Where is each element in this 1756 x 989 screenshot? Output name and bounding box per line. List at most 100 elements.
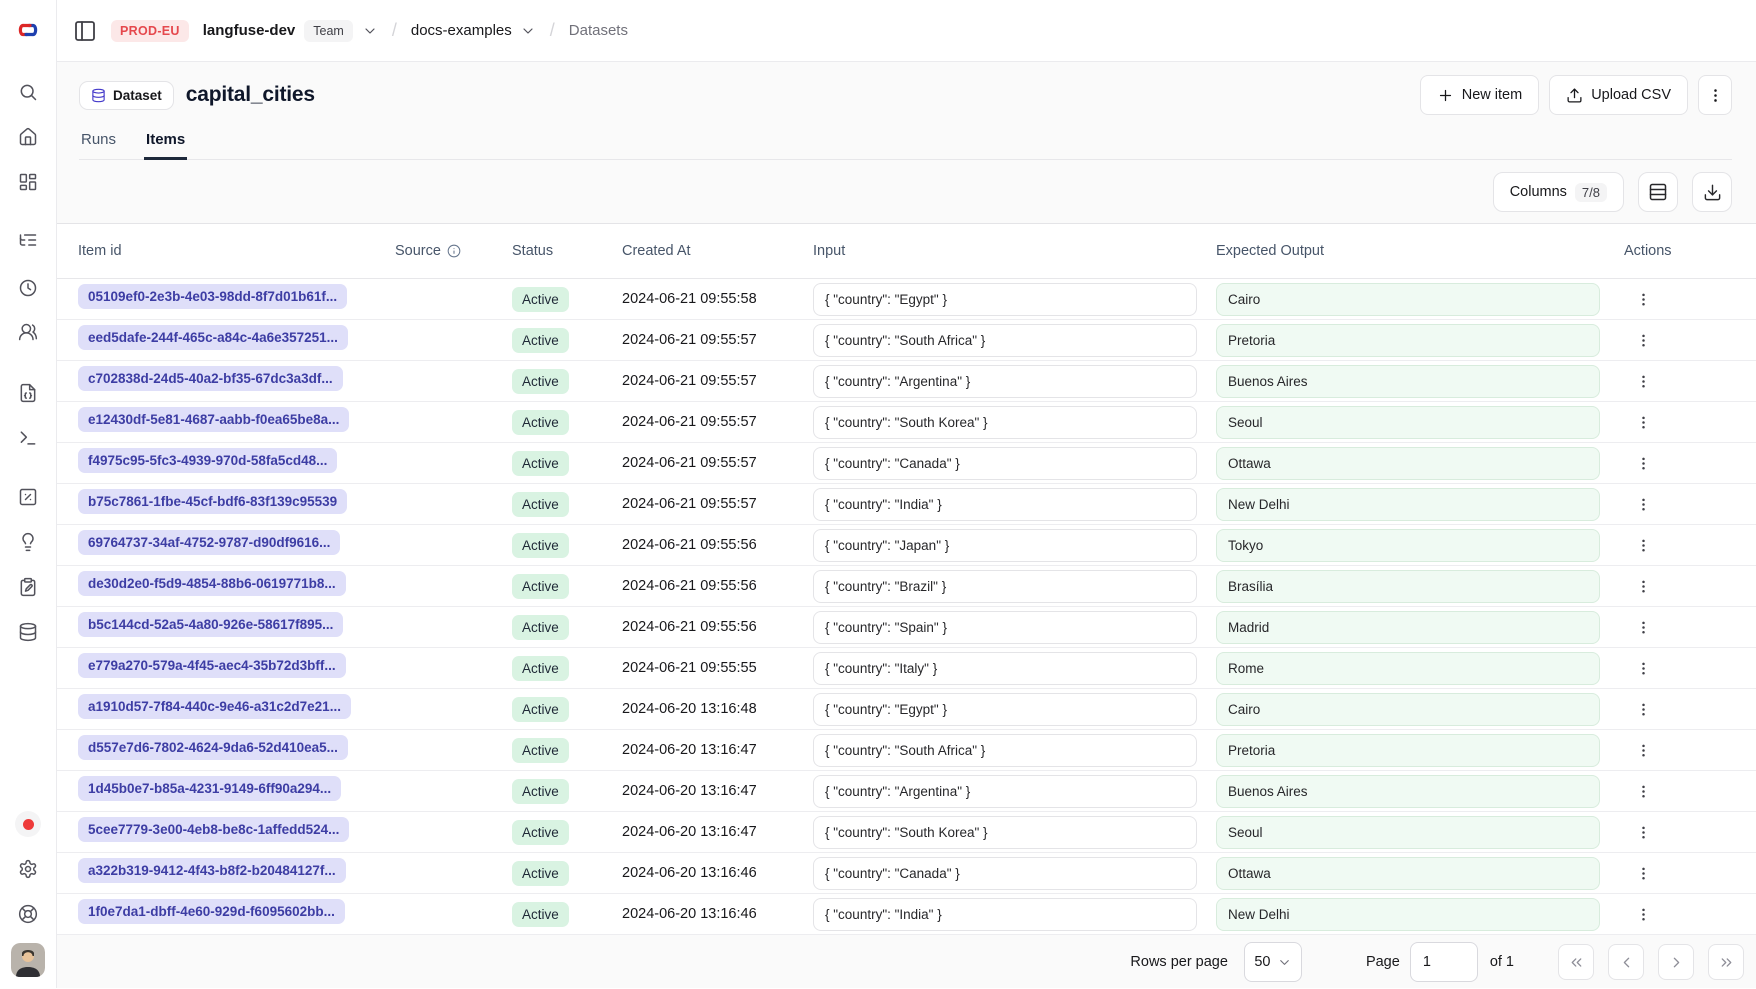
expected-output-box[interactable]: New Delhi [1216, 488, 1600, 521]
expected-output-box[interactable]: Buenos Aires [1216, 365, 1600, 398]
input-box[interactable]: { "country": "Egypt" } [813, 283, 1197, 316]
input-box[interactable]: { "country": "South Africa" } [813, 324, 1197, 357]
table-row[interactable]: 1d45b0e7-b85a-4231-9149-6ff90a294... Act… [57, 771, 1756, 812]
previous-page-button[interactable] [1608, 944, 1644, 980]
expected-output-box[interactable]: Rome [1216, 652, 1600, 685]
expected-output-box[interactable]: Cairo [1216, 693, 1600, 726]
input-box[interactable]: { "country": "Argentina" } [813, 365, 1197, 398]
item-id-badge[interactable]: f4975c95-5fc3-4939-970d-58fa5cd48... [78, 448, 337, 473]
input-box[interactable]: { "country": "Spain" } [813, 611, 1197, 644]
project-switcher[interactable]: docs-examples [411, 22, 536, 39]
expected-output-box[interactable]: Ottawa [1216, 447, 1600, 480]
expected-output-box[interactable]: Cairo [1216, 283, 1600, 316]
item-id-badge[interactable]: de30d2e0-f5d9-4854-88b6-0619771b8... [78, 571, 346, 596]
row-actions-button[interactable] [1630, 737, 1657, 764]
item-id-badge[interactable]: e779a270-579a-4f45-aec4-35b72d3bff... [78, 653, 346, 678]
input-box[interactable]: { "country": "Canada" } [813, 857, 1197, 890]
row-actions-button[interactable] [1630, 819, 1657, 846]
sidebar-item-annotation[interactable] [10, 569, 46, 605]
table-row[interactable]: f4975c95-5fc3-4939-970d-58fa5cd48... Act… [57, 443, 1756, 484]
table-row[interactable]: e12430df-5e81-4687-aabb-f0ea65be8a... Ac… [57, 402, 1756, 443]
item-id-badge[interactable]: c702838d-24d5-40a2-bf35-67dc3a3df... [78, 366, 343, 391]
table-row[interactable]: d557e7d6-7802-4624-9da6-52d410ea5... Act… [57, 730, 1756, 771]
input-box[interactable]: { "country": "Argentina" } [813, 775, 1197, 808]
expected-output-box[interactable]: Buenos Aires [1216, 775, 1600, 808]
item-id-badge[interactable]: 1f0e7da1-dbff-4e60-929d-f6095602bb... [78, 899, 345, 924]
table-row[interactable]: eed5dafe-244f-465c-a84c-4a6e357251... Ac… [57, 320, 1756, 361]
item-id-badge[interactable]: 1d45b0e7-b85a-4231-9149-6ff90a294... [78, 776, 341, 801]
info-icon[interactable] [447, 244, 461, 258]
expected-output-box[interactable]: Seoul [1216, 406, 1600, 439]
row-actions-button[interactable] [1630, 491, 1657, 518]
row-actions-button[interactable] [1630, 327, 1657, 354]
input-box[interactable]: { "country": "Japan" } [813, 529, 1197, 562]
item-id-badge[interactable]: d557e7d6-7802-4624-9da6-52d410ea5... [78, 735, 348, 760]
row-actions-button[interactable] [1630, 450, 1657, 477]
status-indicator[interactable] [10, 806, 46, 842]
row-actions-button[interactable] [1630, 696, 1657, 723]
row-actions-button[interactable] [1630, 573, 1657, 600]
row-actions-button[interactable] [1630, 655, 1657, 682]
row-height-button[interactable] [1638, 172, 1678, 212]
last-page-button[interactable] [1708, 944, 1744, 980]
export-button[interactable] [1692, 172, 1732, 212]
item-id-badge[interactable]: e12430df-5e81-4687-aabb-f0ea65be8a... [78, 407, 349, 432]
item-id-badge[interactable]: b5c144cd-52a5-4a80-926e-58617f895... [78, 612, 343, 637]
tab-runs[interactable]: Runs [79, 122, 118, 160]
item-id-badge[interactable]: eed5dafe-244f-465c-a84c-4a6e357251... [78, 325, 348, 350]
item-id-badge[interactable]: a322b319-9412-4f43-b8f2-b20484127f... [78, 858, 346, 883]
row-actions-button[interactable] [1630, 532, 1657, 559]
sidebar-item-prompts[interactable] [10, 375, 46, 411]
table-row[interactable]: de30d2e0-f5d9-4854-88b6-0619771b8... Act… [57, 566, 1756, 607]
next-page-button[interactable] [1658, 944, 1694, 980]
table-row[interactable]: 05109ef0-2e3b-4e03-98dd-8f7d01b61f... Ac… [57, 279, 1756, 320]
sidebar-item-support[interactable] [10, 896, 46, 932]
input-box[interactable]: { "country": "Egypt" } [813, 693, 1197, 726]
upload-csv-button[interactable]: Upload CSV [1549, 75, 1688, 115]
sidebar-toggle-button[interactable] [73, 19, 97, 43]
input-box[interactable]: { "country": "Italy" } [813, 652, 1197, 685]
sidebar-item-users[interactable] [10, 314, 46, 350]
sidebar-item-insights[interactable] [10, 524, 46, 560]
sidebar-item-dashboard[interactable] [10, 164, 46, 200]
item-id-badge[interactable]: 05109ef0-2e3b-4e03-98dd-8f7d01b61f... [78, 284, 347, 309]
breadcrumb-datasets[interactable]: Datasets [569, 22, 628, 39]
sidebar-item-datasets[interactable] [10, 614, 46, 650]
table-row[interactable]: a1910d57-7f84-440c-9e46-a31c2d7e21... Ac… [57, 689, 1756, 730]
sidebar-item-sessions[interactable] [10, 270, 46, 306]
sidebar-item-home[interactable] [10, 119, 46, 155]
rows-per-page-select[interactable]: 50 [1244, 942, 1302, 982]
input-box[interactable]: { "country": "Brazil" } [813, 570, 1197, 603]
item-id-badge[interactable]: 69764737-34af-4752-9787-d90df9616... [78, 530, 340, 555]
item-id-badge[interactable]: a1910d57-7f84-440c-9e46-a31c2d7e21... [78, 694, 351, 719]
row-actions-button[interactable] [1630, 614, 1657, 641]
expected-output-box[interactable]: Tokyo [1216, 529, 1600, 562]
sidebar-item-tracing[interactable] [10, 222, 46, 258]
input-box[interactable]: { "country": "South Korea" } [813, 406, 1197, 439]
more-options-button[interactable] [1698, 75, 1732, 115]
expected-output-box[interactable]: Brasília [1216, 570, 1600, 603]
tab-items[interactable]: Items [144, 122, 187, 160]
table-row[interactable]: 5cee7779-3e00-4eb8-be8c-1affedd524... Ac… [57, 812, 1756, 853]
sidebar-item-evaluation[interactable] [10, 479, 46, 515]
page-number-input[interactable] [1410, 942, 1478, 982]
expected-output-box[interactable]: Madrid [1216, 611, 1600, 644]
input-box[interactable]: { "country": "India" } [813, 488, 1197, 521]
expected-output-box[interactable]: Ottawa [1216, 857, 1600, 890]
input-box[interactable]: { "country": "South Korea" } [813, 816, 1197, 849]
table-row[interactable]: b75c7861-1fbe-45cf-bdf6-83f139c95539 Act… [57, 484, 1756, 525]
new-item-button[interactable]: New item [1420, 75, 1539, 115]
row-actions-button[interactable] [1630, 778, 1657, 805]
user-avatar[interactable] [11, 943, 45, 977]
item-id-badge[interactable]: 5cee7779-3e00-4eb8-be8c-1affedd524... [78, 817, 349, 842]
row-actions-button[interactable] [1630, 409, 1657, 436]
expected-output-box[interactable]: Pretoria [1216, 734, 1600, 767]
langfuse-logo-icon[interactable] [14, 16, 42, 44]
table-row[interactable]: a322b319-9412-4f43-b8f2-b20484127f... Ac… [57, 853, 1756, 894]
columns-button[interactable]: Columns 7/8 [1493, 172, 1624, 212]
input-box[interactable]: { "country": "Canada" } [813, 447, 1197, 480]
sidebar-item-search[interactable] [10, 74, 46, 110]
row-actions-button[interactable] [1630, 901, 1657, 928]
item-id-badge[interactable]: b75c7861-1fbe-45cf-bdf6-83f139c95539 [78, 489, 347, 514]
input-box[interactable]: { "country": "South Africa" } [813, 734, 1197, 767]
